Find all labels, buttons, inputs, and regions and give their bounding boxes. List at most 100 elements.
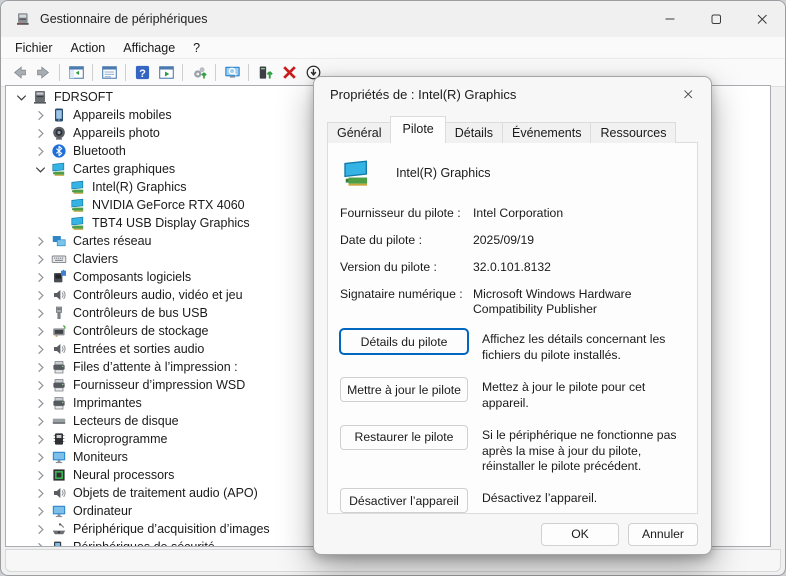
chevron-right-icon[interactable] xyxy=(33,270,48,285)
chevron-right-icon[interactable] xyxy=(33,540,48,548)
action-description: Mettez à jour le pilote pour cet apparei… xyxy=(482,377,685,412)
menu-fichier[interactable]: Fichier xyxy=(6,39,62,57)
restaurer-le-pilote-button[interactable]: Restaurer le pilote xyxy=(340,425,468,450)
chevron-spacer xyxy=(52,198,67,213)
chevron-down-icon[interactable] xyxy=(33,162,48,177)
close-button[interactable] xyxy=(739,1,785,37)
toolbar-separator xyxy=(182,64,183,81)
scan-hardware-icon[interactable] xyxy=(187,61,211,85)
audio-icon xyxy=(51,485,67,501)
chevron-right-icon[interactable] xyxy=(33,360,48,375)
console-tree-icon[interactable] xyxy=(64,61,88,85)
tree-item-label: FDRSOFT xyxy=(54,90,113,104)
security-icon xyxy=(51,539,67,547)
tree-item-label: Bluetooth xyxy=(73,144,126,158)
driver-action-row: Mettre à jour le pilote Mettez à jour le … xyxy=(340,377,685,412)
chevron-right-icon[interactable] xyxy=(33,396,48,411)
usb-icon xyxy=(51,305,67,321)
tab-details[interactable]: Détails xyxy=(445,122,503,143)
chevron-right-icon[interactable] xyxy=(33,306,48,321)
cancel-button[interactable]: Annuler xyxy=(628,523,698,546)
chevron-right-icon[interactable] xyxy=(33,252,48,267)
driver-actions: Détails du pilote Affichez les détails co… xyxy=(340,329,685,514)
field-label: Date du pilote : xyxy=(340,233,473,249)
tab-general[interactable]: Général xyxy=(327,122,391,143)
tab-evenements[interactable]: Événements xyxy=(502,122,591,143)
back-icon[interactable] xyxy=(7,61,31,85)
titlebar: Gestionnaire de périphériques xyxy=(1,1,785,37)
tree-item-label: Microprogramme xyxy=(73,432,167,446)
caption-buttons xyxy=(647,1,785,37)
audio-icon xyxy=(51,341,67,357)
chevron-right-icon[interactable] xyxy=(33,414,48,429)
imaging-icon xyxy=(51,521,67,537)
dialog-close-button[interactable] xyxy=(669,79,707,109)
device-header: Intel(R) Graphics xyxy=(340,157,685,188)
tab-ressources[interactable]: Ressources xyxy=(590,122,676,143)
chevron-right-icon[interactable] xyxy=(33,468,48,483)
driver-field-row: Fournisseur du pilote :Intel Corporation xyxy=(340,206,685,222)
device-name: Intel(R) Graphics xyxy=(396,166,490,180)
chevron-right-icon[interactable] xyxy=(33,432,48,447)
tree-item-label: Composants logiciels xyxy=(73,270,191,284)
field-value: 2025/09/19 xyxy=(473,233,685,249)
chevron-right-icon[interactable] xyxy=(33,522,48,537)
minimize-button[interactable] xyxy=(647,1,693,37)
chevron-right-icon[interactable] xyxy=(33,486,48,501)
chevron-right-icon[interactable] xyxy=(33,450,48,465)
details-du-pilote-button[interactable]: Détails du pilote xyxy=(340,329,468,354)
tree-item-label: Cartes graphiques xyxy=(73,162,175,176)
desactiver-l-appareil-button[interactable]: Désactiver l’appareil xyxy=(340,488,468,513)
tree-item-label: Neural processors xyxy=(73,468,174,482)
chevron-right-icon[interactable] xyxy=(33,342,48,357)
menu-action[interactable]: Action xyxy=(62,39,115,57)
mettre-a-jour-le-pilote-button[interactable]: Mettre à jour le pilote xyxy=(340,377,468,402)
uninstall-device-icon[interactable] xyxy=(277,61,301,85)
export-list-icon[interactable] xyxy=(154,61,178,85)
search-computer-icon[interactable] xyxy=(220,61,244,85)
action-description: Affichez les détails concernant les fich… xyxy=(482,329,685,364)
printer-icon xyxy=(51,359,67,375)
display-adapter-icon xyxy=(340,157,374,188)
chevron-right-icon[interactable] xyxy=(33,504,48,519)
dialog-title: Propriétés de : Intel(R) Graphics xyxy=(330,87,669,102)
forward-icon[interactable] xyxy=(31,61,55,85)
menu-affichage[interactable]: Affichage xyxy=(114,39,184,57)
storage-icon xyxy=(51,323,67,339)
window-title: Gestionnaire de périphériques xyxy=(40,12,647,26)
toolbar-separator xyxy=(215,64,216,81)
field-value: Intel Corporation xyxy=(473,206,685,222)
field-value: 32.0.101.8132 xyxy=(473,260,685,276)
printer-icon xyxy=(51,377,67,393)
tab-pilote[interactable]: Pilote xyxy=(390,116,445,143)
chevron-right-icon[interactable] xyxy=(33,324,48,339)
dialog-footer: OK Annuler xyxy=(314,514,711,554)
tree-item-label: TBT4 USB Display Graphics xyxy=(92,216,250,230)
gpu-icon xyxy=(70,197,86,213)
chevron-right-icon[interactable] xyxy=(33,126,48,141)
ok-button[interactable]: OK xyxy=(541,523,619,546)
toolbar-separator xyxy=(92,64,93,81)
maximize-button[interactable] xyxy=(693,1,739,37)
dialog-titlebar: Propriétés de : Intel(R) Graphics xyxy=(314,77,711,111)
chevron-right-icon[interactable] xyxy=(33,234,48,249)
chevron-right-icon[interactable] xyxy=(33,108,48,123)
chevron-right-icon[interactable] xyxy=(33,288,48,303)
help-icon[interactable] xyxy=(130,61,154,85)
menu-help[interactable]: ? xyxy=(184,39,209,57)
chevron-down-icon[interactable] xyxy=(14,90,29,105)
disk-icon xyxy=(51,413,67,429)
tree-item-label: Appareils mobiles xyxy=(73,108,172,122)
menubar: FichierActionAffichage? xyxy=(1,37,785,59)
update-driver-icon[interactable] xyxy=(253,61,277,85)
printer-icon xyxy=(51,395,67,411)
driver-field-row: Date du pilote :2025/09/19 xyxy=(340,233,685,249)
toolbar-separator xyxy=(125,64,126,81)
tree-item-label: Ordinateur xyxy=(73,504,132,518)
chevron-spacer xyxy=(52,180,67,195)
chevron-right-icon[interactable] xyxy=(33,144,48,159)
tree-item-label: Lecteurs de disque xyxy=(73,414,179,428)
properties-icon[interactable] xyxy=(97,61,121,85)
chevron-right-icon[interactable] xyxy=(33,378,48,393)
driver-field-row: Version du pilote :32.0.101.8132 xyxy=(340,260,685,276)
